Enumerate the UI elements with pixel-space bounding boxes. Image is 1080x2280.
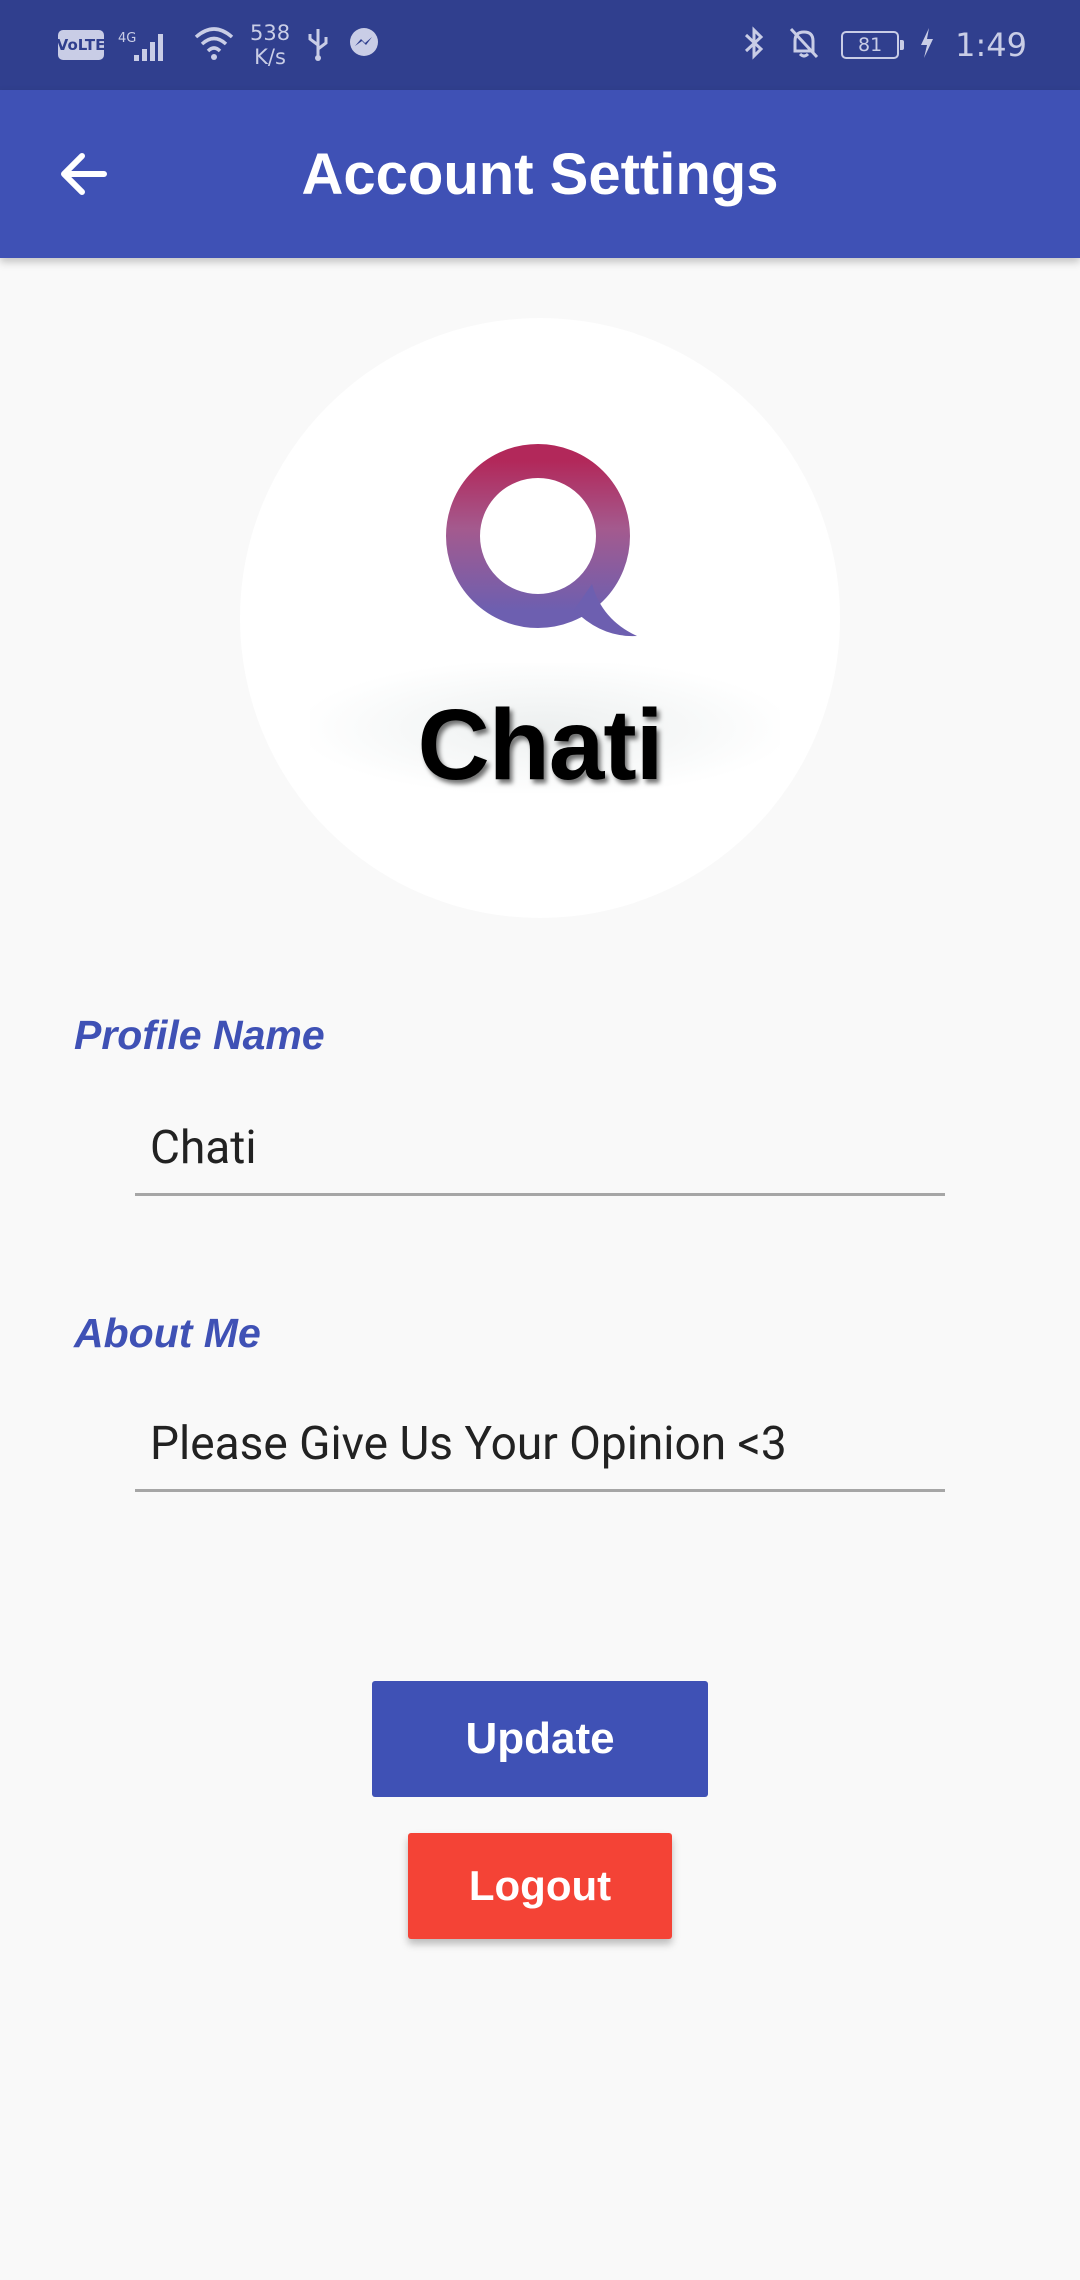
about-me-input[interactable] xyxy=(135,1404,945,1492)
logo-text: Chati xyxy=(417,689,664,801)
bell-muted-icon xyxy=(787,25,821,66)
status-left-group: VoLTE 4G 538 K/s xyxy=(57,0,382,90)
network-type: 4G xyxy=(118,31,137,46)
about-me-label: About Me xyxy=(74,1310,261,1356)
status-right-group: 81 1:49 xyxy=(741,0,1027,90)
usb-icon xyxy=(304,23,332,68)
clock: 1:49 xyxy=(955,26,1027,64)
logout-button[interactable]: Logout xyxy=(408,1833,672,1939)
update-button[interactable]: Update xyxy=(372,1681,708,1797)
signal-icon: 4G xyxy=(118,25,178,65)
wifi-icon xyxy=(192,23,236,68)
battery-icon: 81 xyxy=(841,31,905,59)
speed-value: 538 xyxy=(250,21,291,45)
chat-logo-icon xyxy=(446,444,637,637)
profile-avatar[interactable]: Chati xyxy=(240,318,840,918)
page-title: Account Settings xyxy=(301,141,779,207)
status-bar: VoLTE 4G 538 K/s 81 1:49 xyxy=(0,0,1080,90)
network-speed: 538 K/s xyxy=(250,21,290,69)
profile-name-input[interactable] xyxy=(135,1108,945,1196)
volte-icon: VoLTE xyxy=(57,30,105,60)
app-bar: Account Settings xyxy=(0,90,1080,258)
charging-icon xyxy=(919,27,935,63)
profile-name-label: Profile Name xyxy=(74,1012,325,1058)
bluetooth-icon xyxy=(741,25,767,66)
speed-unit: K/s xyxy=(254,45,286,69)
messenger-icon xyxy=(346,25,382,66)
